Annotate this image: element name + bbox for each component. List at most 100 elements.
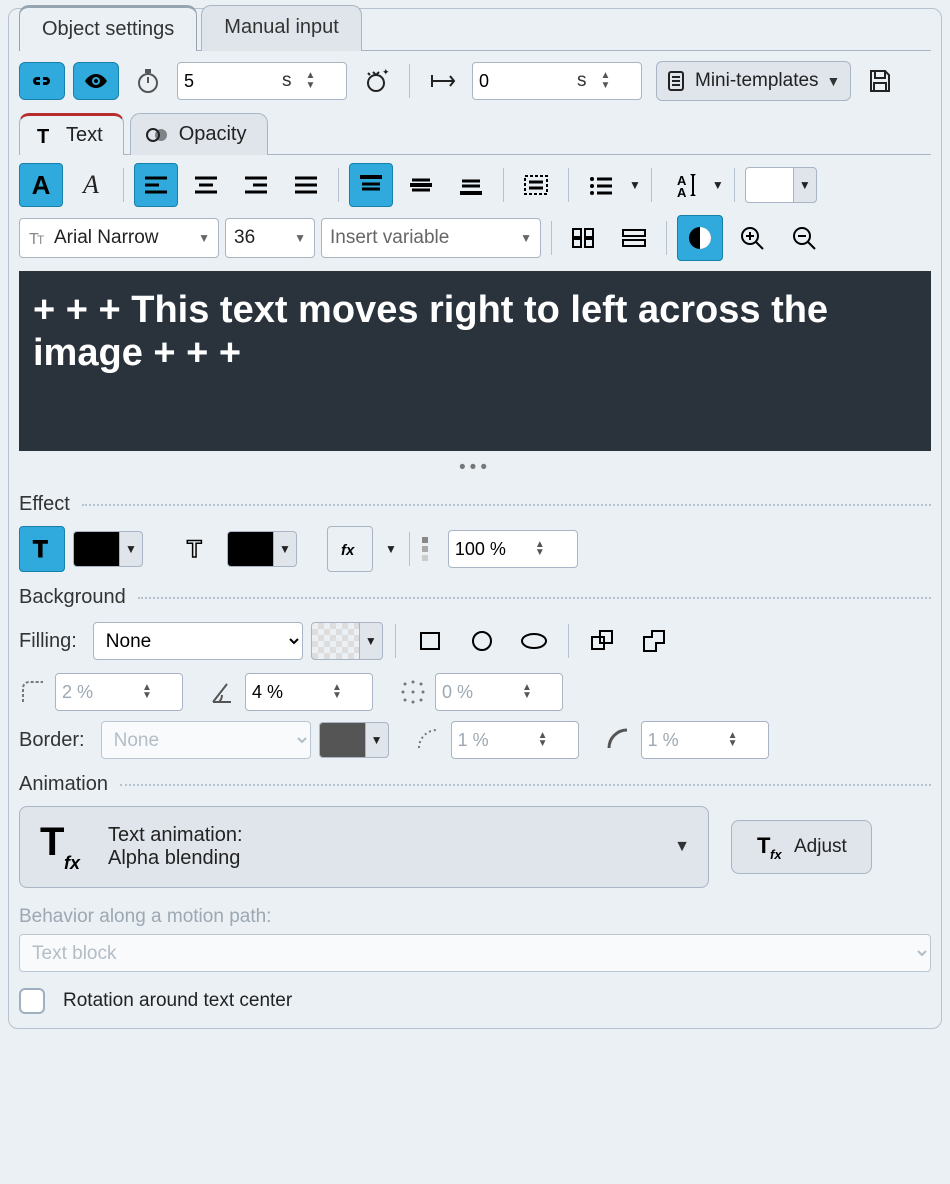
shape-subtract-button[interactable]: [633, 619, 677, 663]
sub-tabs: T Text Opacity: [19, 113, 931, 155]
outline-color-picker[interactable]: ▼: [227, 531, 297, 567]
object-settings-panel: Object settings Manual input s ▲▼ ✦ s ▲▼: [8, 8, 942, 1029]
contrast-icon: [687, 225, 713, 251]
valign-top-button[interactable]: [349, 163, 393, 207]
text-outline-toggle[interactable]: T: [173, 526, 219, 572]
text-color-picker[interactable]: ▼: [745, 167, 817, 203]
contrast-toggle[interactable]: [677, 215, 723, 261]
offset-value[interactable]: [473, 63, 573, 99]
subtab-opacity[interactable]: Opacity: [130, 113, 268, 155]
adjust-button[interactable]: Tfx Adjust: [731, 820, 872, 874]
bg-params-row: ▲▼ ▲▼ ▲▼: [19, 673, 931, 711]
save-button[interactable]: [859, 62, 901, 100]
shape-ellipse-button[interactable]: [512, 619, 556, 663]
outline-color-swatch: [227, 531, 273, 567]
insert-variable-select[interactable]: Insert variable ▼: [321, 218, 541, 258]
angle-input[interactable]: ▲▼: [245, 673, 373, 711]
zoom-in-button[interactable]: [729, 215, 775, 261]
opacity-indicator-icon: [422, 535, 440, 563]
align-right-button[interactable]: [234, 163, 278, 207]
link-icon: [29, 73, 55, 89]
border-row: Border: None ▼ ▲▼ ▲▼: [19, 721, 931, 759]
insert-variable-label: Insert variable: [330, 227, 514, 249]
fit-text-button[interactable]: [514, 163, 558, 207]
text-fill-toggle[interactable]: T: [19, 526, 65, 572]
duration-stepper[interactable]: ▲▼: [302, 72, 320, 90]
line-spacing-button[interactable]: AA: [662, 163, 706, 207]
fill-color-dropdown[interactable]: ▼: [119, 531, 143, 567]
border-radius-value[interactable]: [642, 730, 722, 751]
effect-opacity-stepper[interactable]: ▲▼: [529, 541, 551, 557]
font-icon: TT: [28, 228, 48, 248]
bold-button[interactable]: A: [19, 163, 63, 207]
svg-text:T: T: [33, 536, 48, 563]
align-justify-button[interactable]: [284, 163, 328, 207]
shape-rect-button[interactable]: [408, 619, 452, 663]
filling-label: Filling:: [19, 630, 77, 653]
border-width-value[interactable]: [452, 730, 532, 751]
border-width-icon: [415, 726, 443, 754]
border-color-picker[interactable]: ▼: [319, 722, 389, 758]
mini-templates-dropdown[interactable]: Mini-templates ▼: [656, 61, 851, 101]
font-family-value: Arial Narrow: [54, 227, 192, 249]
list-dropdown[interactable]: ▼: [629, 178, 641, 192]
offset-unit: s: [573, 70, 597, 92]
svg-text:T: T: [37, 126, 49, 147]
filling-texture[interactable]: ▼: [311, 622, 383, 660]
list-button[interactable]: [579, 163, 623, 207]
shape-union-button[interactable]: [581, 619, 625, 663]
section-effect-label: Effect: [19, 493, 70, 516]
filling-select[interactable]: None: [93, 622, 303, 660]
line-spacing-dropdown[interactable]: ▼: [712, 178, 724, 192]
align-center-button[interactable]: [184, 163, 228, 207]
font-family-select[interactable]: TT Arial Narrow ▼: [19, 218, 219, 258]
animation-row: Tfx Text animation: Alpha blending ▼ Tfx…: [19, 806, 931, 888]
effect-opacity-input[interactable]: ▲▼: [448, 530, 578, 568]
effect-opacity-value[interactable]: [449, 539, 529, 560]
valign-bottom-button[interactable]: [449, 163, 493, 207]
subtab-text[interactable]: T Text: [19, 113, 124, 155]
corner-radius-value[interactable]: [56, 682, 136, 703]
font-size-select[interactable]: 36 ▼: [225, 218, 315, 258]
border-color-dropdown[interactable]: ▼: [365, 722, 389, 758]
format-row-1: A A ▼ AA ▼ ▼: [19, 163, 931, 207]
visibility-toggle[interactable]: [73, 62, 119, 100]
section-effect: Effect: [19, 493, 931, 516]
zoom-out-button[interactable]: [781, 215, 827, 261]
border-radius-input[interactable]: ▲▼: [641, 721, 769, 759]
tab-object-settings[interactable]: Object settings: [19, 5, 197, 51]
svg-text:fx: fx: [341, 542, 355, 559]
fx-dropdown[interactable]: ▼: [385, 542, 397, 556]
tab-manual-input[interactable]: Manual input: [201, 5, 362, 51]
duration-value[interactable]: [178, 63, 278, 99]
text-color-dropdown[interactable]: ▼: [793, 167, 817, 203]
spread-input[interactable]: ▲▼: [435, 673, 563, 711]
align-left-button[interactable]: [134, 163, 178, 207]
align-rows-button[interactable]: [612, 216, 656, 260]
border-width-input[interactable]: ▲▼: [451, 721, 579, 759]
spread-value[interactable]: [436, 682, 516, 703]
filling-texture-dropdown[interactable]: ▼: [359, 622, 383, 660]
italic-button[interactable]: A: [69, 163, 113, 207]
angle-value[interactable]: [246, 682, 326, 703]
align-columns-button[interactable]: [562, 216, 606, 260]
animation-select[interactable]: Tfx Text animation: Alpha blending ▼: [19, 806, 709, 888]
mini-templates-label: Mini-templates: [695, 70, 819, 92]
rotation-checkbox[interactable]: [19, 988, 45, 1014]
reset-duration-button[interactable]: ✦: [355, 62, 397, 100]
duration-input[interactable]: s ▲▼: [177, 62, 347, 100]
valign-middle-button[interactable]: [399, 163, 443, 207]
corner-radius-input[interactable]: ▲▼: [55, 673, 183, 711]
fx-toggle[interactable]: fx: [327, 526, 373, 572]
fill-color-swatch: [73, 531, 119, 567]
outline-color-dropdown[interactable]: ▼: [273, 531, 297, 567]
fill-color-picker[interactable]: ▼: [73, 531, 143, 567]
offset-input[interactable]: s ▲▼: [472, 62, 642, 100]
offset-stepper[interactable]: ▲▼: [597, 72, 615, 90]
link-toggle[interactable]: [19, 62, 65, 100]
resize-gripper[interactable]: •••: [19, 457, 931, 479]
shape-circle-button[interactable]: [460, 619, 504, 663]
text-preview[interactable]: + + + This text moves right to left acro…: [19, 271, 931, 451]
effect-row: T ▼ T ▼ fx ▼ ▲▼: [19, 526, 931, 572]
adjust-icon: Tfx: [756, 833, 784, 861]
